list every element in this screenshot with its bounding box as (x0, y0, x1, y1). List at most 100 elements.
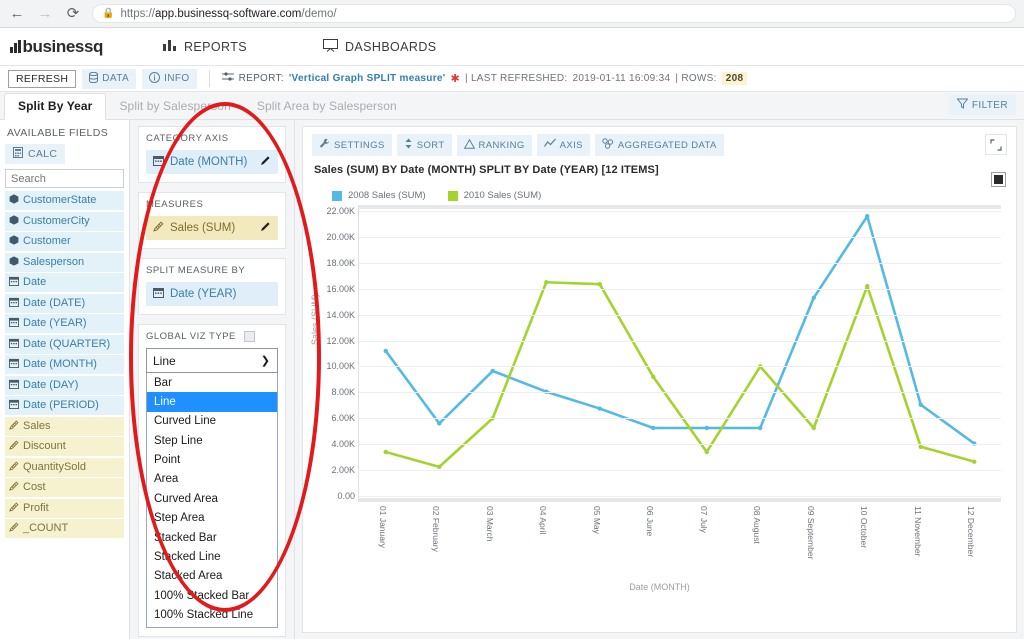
data-point[interactable] (758, 425, 763, 431)
last-refreshed-value: 2019-01-11 16:09:34 (572, 73, 671, 84)
calendar-icon (9, 379, 19, 392)
field-item[interactable]: Salesperson (5, 252, 124, 272)
field-item[interactable]: Discount (5, 437, 124, 456)
field-item[interactable]: Date (5, 273, 124, 292)
category-axis-field[interactable]: Date (MONTH) (146, 150, 278, 174)
data-point[interactable] (383, 449, 388, 455)
tab-split-by-year[interactable]: Split By Year (4, 93, 107, 120)
search-input[interactable] (5, 169, 124, 188)
filter-button[interactable]: FILTER (948, 95, 1016, 115)
data-point[interactable] (865, 213, 870, 219)
chart-options-icon[interactable] (991, 172, 1006, 187)
data-point[interactable] (437, 421, 442, 426)
field-item[interactable]: Date (DAY) (5, 375, 124, 395)
viz-type-option[interactable]: Stacked Line (147, 547, 277, 566)
data-point[interactable] (597, 406, 602, 411)
viz-type-option[interactable]: Point (147, 451, 277, 470)
data-point[interactable] (597, 281, 602, 287)
viz-type-option[interactable]: 100% Stacked Line (147, 606, 277, 625)
info-button[interactable]: INFO (142, 68, 197, 89)
field-item[interactable]: Date (QUARTER) (5, 334, 124, 354)
measures-field[interactable]: Sales (SUM) (146, 216, 278, 240)
data-point[interactable] (865, 283, 870, 289)
field-item[interactable]: Date (DATE) (5, 293, 124, 313)
viz-type-option[interactable]: Step Area (147, 509, 277, 528)
field-item[interactable]: Customer (5, 232, 124, 251)
url-scheme: https:// (120, 7, 155, 20)
pencil-icon[interactable] (260, 221, 271, 235)
viz-type-option[interactable]: Line (147, 392, 277, 412)
plot-wrapper: Sales (SUM) 0.00 2.00K 4.00K 6.00K 8.00K 10.0… (310, 205, 1007, 580)
refresh-button[interactable]: REFRESH (8, 69, 77, 88)
field-item[interactable]: Date (MONTH) (5, 355, 124, 374)
viz-type-option[interactable]: Stacked Area (147, 567, 277, 586)
chart-sort-button[interactable]: SORT (396, 134, 452, 156)
data-point[interactable] (704, 449, 709, 455)
field-item[interactable]: _COUNT (5, 519, 124, 538)
field-item[interactable]: Profit (5, 498, 124, 518)
field-item[interactable]: QuantitySold (5, 457, 124, 477)
chart-ranking-button[interactable]: RANKING (456, 134, 532, 156)
viz-type-option[interactable]: Curved Line (147, 412, 277, 431)
data-point[interactable] (651, 425, 656, 431)
data-point[interactable] (811, 295, 816, 300)
legend-item[interactable]: 2008 Sales (SUM) (332, 190, 426, 201)
data-point[interactable] (704, 425, 709, 431)
sort-icon (404, 138, 413, 152)
field-item[interactable]: CustomerCity (5, 211, 124, 231)
field-list: CustomerState CustomerCity Customer Salespe… (5, 191, 124, 538)
split-measure-field[interactable]: Date (YEAR) (146, 282, 278, 306)
data-point[interactable] (918, 444, 923, 449)
sliders-icon (221, 72, 234, 85)
legend-item[interactable]: 2010 Sales (SUM) (447, 190, 541, 201)
gridline (359, 418, 1001, 420)
nav-reports[interactable]: REPORTS (153, 28, 257, 65)
viz-type-option[interactable]: Stacked Bar (147, 528, 277, 547)
data-point[interactable] (918, 402, 923, 407)
x-axis-tick-label: 07 July (698, 506, 709, 533)
viz-type-option[interactable]: 100% Stacked Bar (147, 586, 277, 605)
address-bar[interactable]: 🔒 https://app.businessq-software.com/dem… (92, 4, 1016, 23)
data-point[interactable] (544, 280, 549, 285)
app-logo[interactable]: businessq (10, 37, 103, 57)
data-button[interactable]: DATA (82, 68, 137, 89)
viz-type-option[interactable]: Bar (147, 373, 277, 392)
field-item[interactable]: Cost (5, 478, 124, 497)
expand-icon[interactable] (985, 134, 1007, 155)
reload-icon[interactable]: ⟳ (64, 5, 82, 23)
chart-axis-button[interactable]: AXIS (536, 134, 590, 156)
filter-label: FILTER (971, 99, 1008, 111)
data-point[interactable] (972, 459, 977, 464)
tab-split-area-by-salesperson[interactable]: Split Area by Salesperson (244, 94, 410, 119)
pencil-icon[interactable] (260, 155, 271, 169)
chart-settings-button[interactable]: SETTINGS (312, 134, 392, 156)
field-item[interactable]: CustomerState (5, 191, 124, 210)
x-axis-tick-label: 02 February (431, 506, 442, 552)
data-point[interactable] (383, 348, 388, 354)
field-item[interactable]: Date (YEAR) (5, 314, 124, 333)
field-label: Profit (23, 501, 49, 514)
back-icon[interactable]: ← (8, 5, 26, 23)
field-item[interactable]: Date (PERIOD) (5, 396, 124, 415)
field-item[interactable]: Sales (5, 416, 124, 436)
report-tabs: Split By Year Split by Salesperson Split… (0, 92, 1024, 120)
global-viz-type-checkbox[interactable] (243, 331, 255, 342)
ruler-icon (9, 440, 19, 453)
field-label: Sales (23, 419, 51, 432)
nav-dashboards[interactable]: DASHBOARDS (313, 28, 447, 65)
viz-type-select[interactable]: Line ❯ (146, 348, 278, 373)
chart-aggregated-data-button[interactable]: AGGREGATED DATA (594, 134, 724, 156)
calc-button[interactable]: CALC (5, 144, 66, 164)
data-point[interactable] (651, 374, 656, 380)
data-point[interactable] (437, 464, 442, 470)
viz-type-option[interactable]: 100% Stacked Area (147, 625, 277, 627)
data-point[interactable] (811, 425, 816, 431)
viz-type-option[interactable]: Area (147, 470, 277, 489)
data-point[interactable] (490, 368, 495, 374)
y-axis-tick-label: 20.00K (326, 231, 355, 242)
viz-type-option[interactable]: Curved Area (147, 489, 277, 508)
tab-split-by-salesperson[interactable]: Split by Salesperson (106, 94, 243, 119)
ruler-icon (9, 501, 19, 515)
report-name[interactable]: 'Vertical Graph SPLIT measure' (289, 73, 446, 84)
viz-type-option[interactable]: Step Line (147, 431, 277, 450)
